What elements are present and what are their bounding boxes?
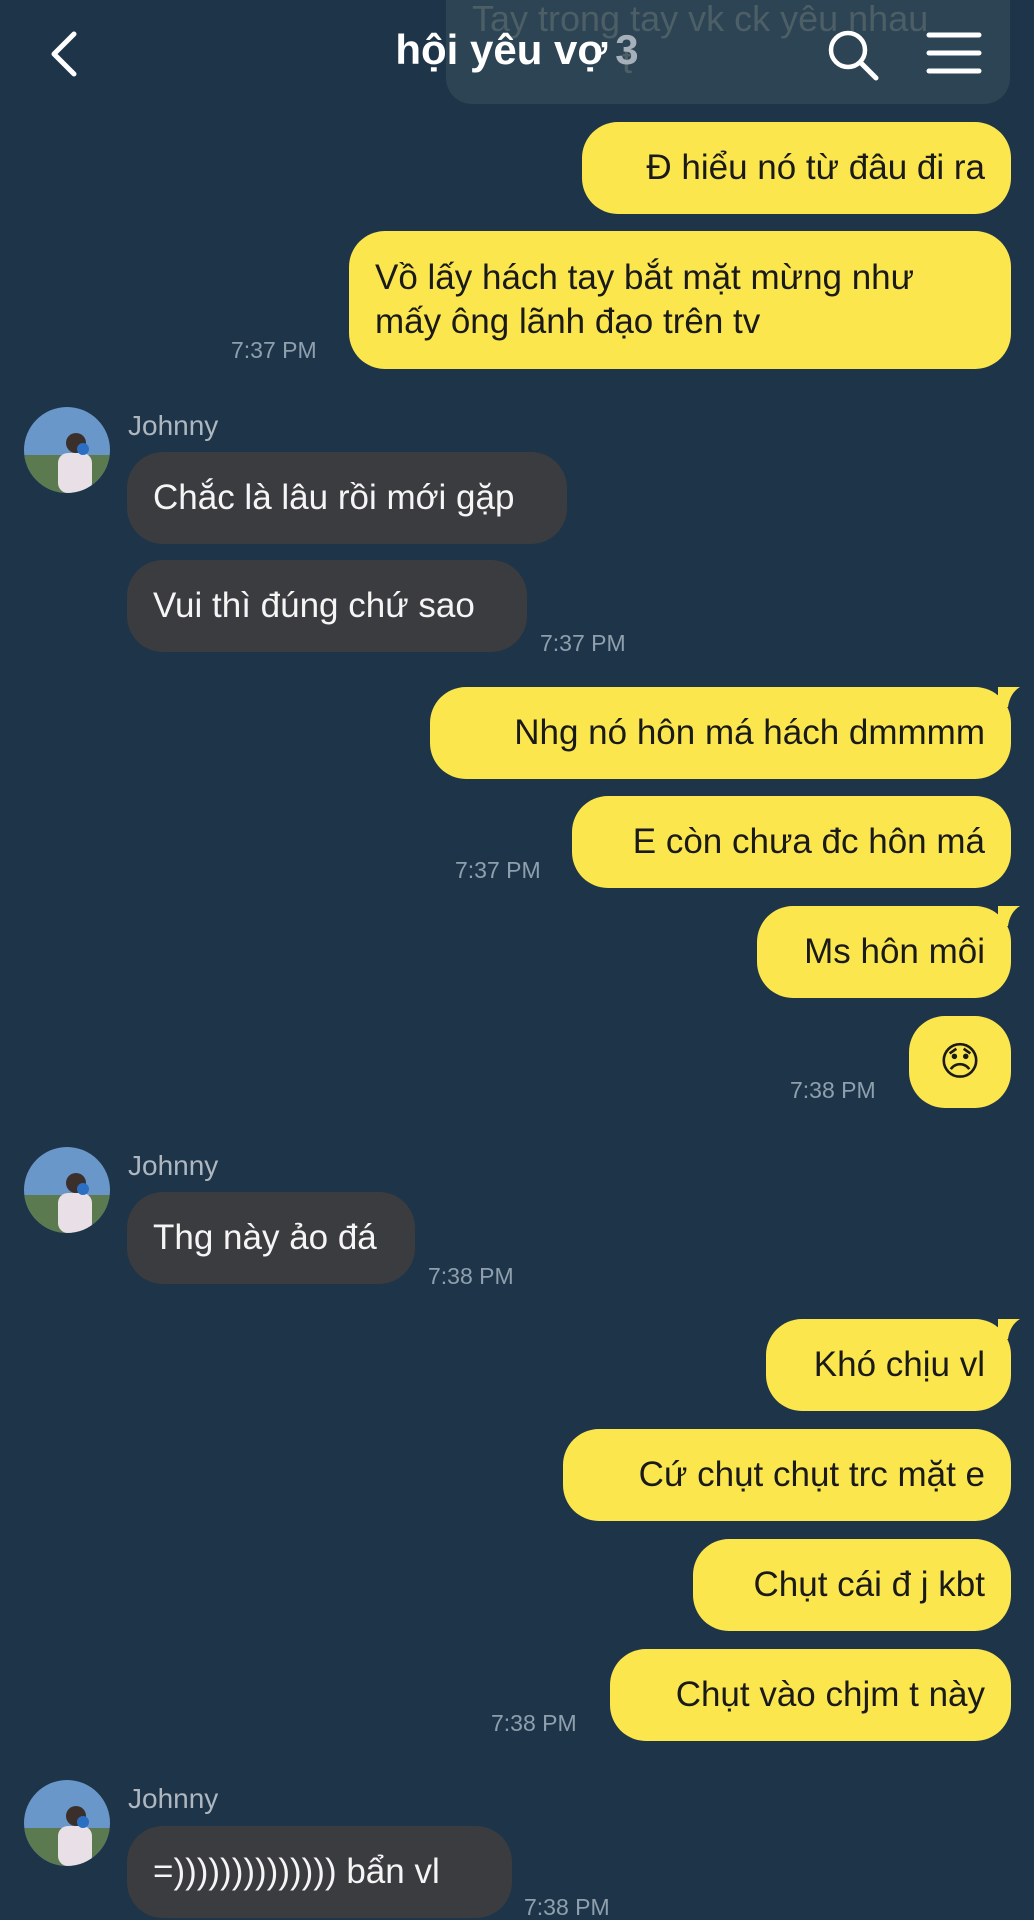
- chat-title-text: hội yêu vợ: [395, 26, 608, 73]
- my-message-bubble[interactable]: Cứ chụt chụt trc mặt e: [563, 1429, 1011, 1521]
- message-text: Ms hôn môi: [804, 932, 985, 971]
- message-text: Khó chịu vl: [813, 1345, 985, 1384]
- member-count: 3: [615, 26, 639, 73]
- avatar[interactable]: [24, 1147, 110, 1233]
- message-text: Cứ chụt chụt trc mặt e: [638, 1455, 985, 1494]
- message-text: Đ hiểu nó từ đâu đi ra: [646, 148, 985, 187]
- message-timestamp: 7:38 PM: [790, 1077, 876, 1103]
- my-message-bubble[interactable]: Đ hiểu nó từ đâu đi ra: [582, 122, 1011, 214]
- sender-name: Johnny: [128, 1783, 219, 1814]
- message-timestamp: 7:38 PM: [428, 1263, 514, 1289]
- my-message-bubble[interactable]: 😞: [909, 1016, 1011, 1108]
- avatar-photo-icon: [24, 1780, 110, 1866]
- chat-header: hội yêu vợ 3: [0, 0, 1034, 110]
- search-button[interactable]: [826, 28, 880, 82]
- sender-name: Johnny: [128, 1150, 219, 1181]
- back-button[interactable]: [44, 28, 92, 80]
- message-timestamp: 7:37 PM: [455, 857, 541, 883]
- message-timestamp: 7:38 PM: [491, 1710, 577, 1736]
- message-text: E còn chưa đc hôn má: [632, 822, 985, 861]
- avatar[interactable]: [24, 1780, 110, 1866]
- disappointed-face-emoji: 😞: [939, 1040, 981, 1084]
- avatar-photo-icon: [24, 1147, 110, 1233]
- my-message-bubble[interactable]: Nhg nó hôn má hách dmmmm: [430, 687, 1011, 779]
- bubble-tail-icon: [998, 1319, 1020, 1339]
- avatar-photo-icon: [24, 407, 110, 493]
- sender-name: Johnny: [128, 410, 219, 441]
- my-message-bubble[interactable]: Khó chịu vl: [766, 1319, 1011, 1411]
- chevron-left-icon: [51, 31, 77, 77]
- their-message-bubble[interactable]: Vui thì đúng chứ sao: [127, 560, 527, 652]
- message-timestamp: 7:37 PM: [540, 630, 626, 656]
- message-timestamp: 7:38 PM: [524, 1894, 610, 1920]
- message-text: Chắc là lâu rồi mới gặp: [153, 478, 515, 517]
- bubble-tail-icon: [998, 906, 1020, 926]
- their-message-bubble[interactable]: Thg này ảo đá: [127, 1192, 415, 1284]
- my-message-bubble[interactable]: Ms hôn môi: [757, 906, 1011, 998]
- avatar[interactable]: [24, 407, 110, 493]
- hamburger-menu-icon: [926, 32, 982, 74]
- my-message-bubble[interactable]: Chụt cái đ j kbt: [693, 1539, 1011, 1631]
- my-message-bubble[interactable]: Chụt vào chjm t này: [610, 1649, 1011, 1741]
- message-text: Nhg nó hôn má hách dmmmm: [514, 713, 985, 752]
- my-message-bubble[interactable]: Vồ lấy hách tay bắt mặt mừng như mấy ông…: [349, 231, 1011, 369]
- bubble-tail-icon: [998, 687, 1020, 707]
- message-timestamp: 7:37 PM: [231, 337, 317, 363]
- their-message-bubble[interactable]: Chắc là lâu rồi mới gặp: [127, 452, 567, 544]
- message-text: Vồ lấy hách tay bắt mặt mừng như mấy ông…: [375, 258, 915, 341]
- message-text: Thg này ảo đá: [153, 1218, 377, 1257]
- menu-button[interactable]: [926, 30, 982, 76]
- message-text: Chụt cái đ j kbt: [753, 1565, 986, 1604]
- message-text: Vui thì đúng chứ sao: [153, 586, 475, 625]
- message-text: =)))))))))))))) bẩn vl: [153, 1852, 440, 1891]
- chat-screen: Tay trong tay vk ck yêu nhau t hội yêu v…: [0, 0, 1034, 1920]
- my-message-bubble[interactable]: E còn chưa đc hôn má: [572, 796, 1011, 888]
- their-message-bubble[interactable]: =)))))))))))))) bẩn vl: [127, 1826, 512, 1918]
- message-text: Chụt vào chjm t này: [675, 1675, 985, 1714]
- search-icon: [828, 30, 879, 81]
